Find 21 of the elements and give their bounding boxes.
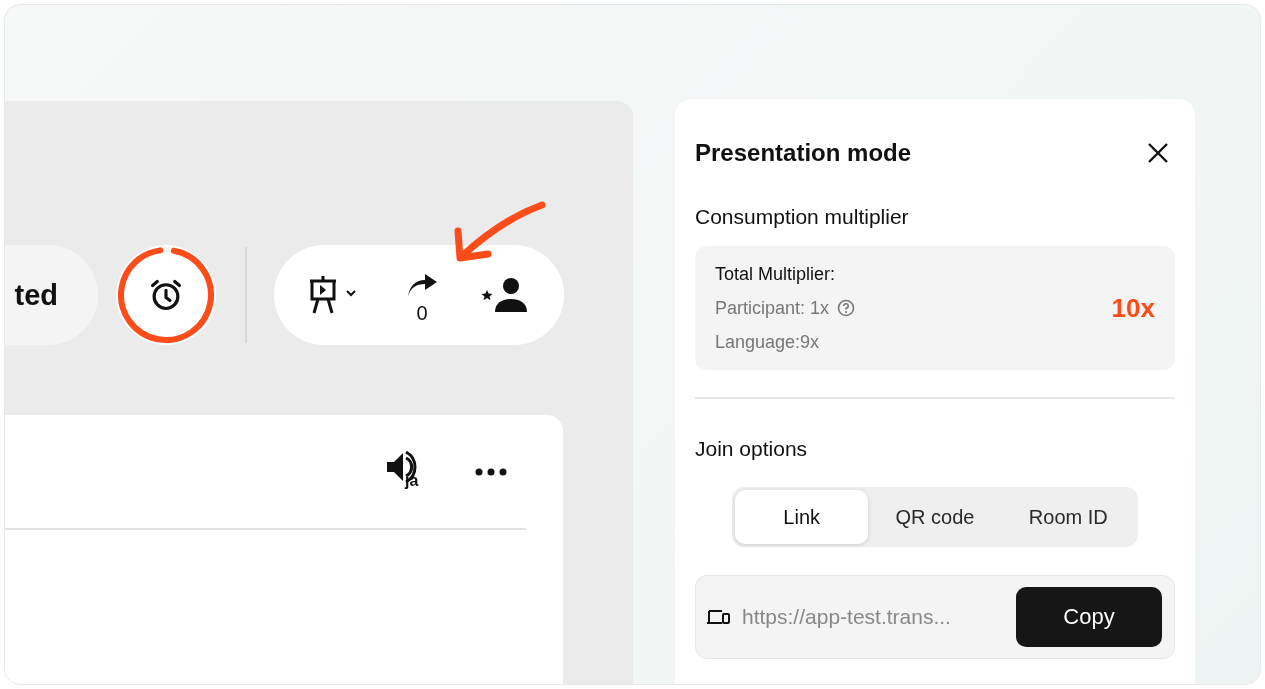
help-icon[interactable] <box>837 299 856 317</box>
copy-button[interactable]: Copy <box>1016 587 1162 647</box>
language-multiplier: Language:9x <box>715 331 821 353</box>
multiplier-title: Total Multiplier: <box>715 263 837 285</box>
devices-icon <box>706 608 732 626</box>
section-heading: Join options <box>695 437 809 461</box>
more-button[interactable] <box>475 467 507 476</box>
total-multiplier: 10x <box>1111 292 1155 324</box>
close-button[interactable] <box>1147 142 1169 164</box>
share-arrow-icon <box>405 273 439 298</box>
status-pill[interactable]: ted <box>5 245 98 345</box>
link-field[interactable]: https://app-test.trans... Copy <box>695 575 1175 659</box>
close-icon <box>1147 142 1169 164</box>
participant-multiplier: Participant: 1x <box>715 297 830 319</box>
more-icon <box>475 467 507 476</box>
share-button[interactable]: 0 <box>405 273 439 325</box>
tab[interactable]: Link <box>735 490 869 544</box>
tab[interactable]: Room ID <box>1001 490 1135 544</box>
section-heading: Consumption multiplier <box>695 205 910 229</box>
panel-title: Presentation mode <box>695 139 912 167</box>
tab[interactable]: QR code <box>868 490 1002 544</box>
